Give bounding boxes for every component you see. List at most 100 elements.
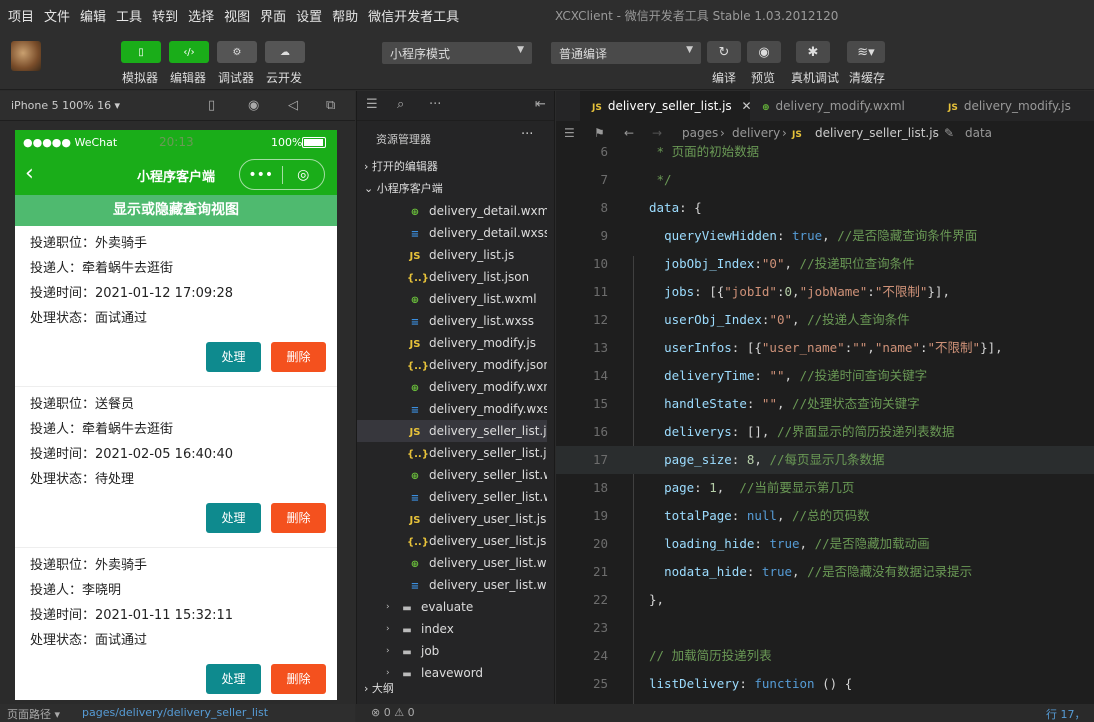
close-icon[interactable]: ✕ xyxy=(742,99,752,113)
handle-button[interactable]: 处理 xyxy=(206,342,261,372)
delete-button[interactable]: 删除 xyxy=(271,342,326,372)
simulator-toggle-button[interactable]: ▯ xyxy=(121,41,161,63)
clear-cache-button[interactable]: ≋▾ xyxy=(847,41,885,63)
menu-project[interactable]: 项目 xyxy=(0,6,39,25)
file-item[interactable]: ≡ delivery_detail.wxss xyxy=(357,222,547,244)
file-item[interactable]: {..}delivery_user_list.json xyxy=(357,530,547,552)
code-token: "不限制" xyxy=(927,340,981,355)
code-token: listDelivery xyxy=(649,676,740,691)
menu-help[interactable]: 帮助 xyxy=(327,6,363,25)
compile-button[interactable]: ↻ xyxy=(707,41,741,63)
delete-button[interactable]: 删除 xyxy=(271,664,326,694)
menu-tools[interactable]: 工具 xyxy=(111,6,147,25)
code-line: 15 handleState: "", //处理状态查询关键字 xyxy=(556,390,1094,418)
page-path: pages/delivery/delivery_seller_list xyxy=(82,706,269,719)
line-number: 23 xyxy=(592,620,608,635)
toggle-query-view-button[interactable]: 显示或隐藏查询视图 xyxy=(15,195,337,226)
file-item[interactable]: ⊕ delivery_list.wxml xyxy=(357,288,547,310)
search-icon[interactable]: ⌕ xyxy=(397,97,404,112)
avatar[interactable] xyxy=(11,41,41,71)
folder-name: index xyxy=(421,622,454,636)
editor-label: 编辑器 xyxy=(170,71,207,85)
file-name: delivery_user_list.wxss xyxy=(429,578,547,592)
file-item[interactable]: {..}delivery_modify.json xyxy=(357,354,547,376)
wxml-file-icon: ⊕ xyxy=(762,103,770,113)
mode-select[interactable]: 小程序模式 ▼ xyxy=(382,42,532,64)
explorer-more-icon[interactable]: ··· xyxy=(521,127,533,142)
code-token: "" xyxy=(852,340,868,355)
list-icon[interactable]: ☰ xyxy=(366,97,378,112)
folder-item[interactable]: › ▬ index xyxy=(357,618,547,640)
code-text: page_size: 8, //每页显示几条数据 xyxy=(649,446,884,474)
tab-delivery-seller-list-js[interactable]: JS delivery_seller_list.js ✕ xyxy=(580,91,752,121)
close-target-icon[interactable]: ◎ xyxy=(283,167,325,183)
handle-button[interactable]: 处理 xyxy=(206,503,261,533)
phone-icon[interactable]: ▯ xyxy=(208,98,215,113)
menu-view[interactable]: 视图 xyxy=(219,6,255,25)
code-token: : xyxy=(746,396,762,411)
more-icon[interactable]: ··· xyxy=(429,97,441,112)
problems-count[interactable]: ⊗ 0 ⚠ 0 xyxy=(371,706,415,719)
file-item[interactable]: {..}delivery_list.json xyxy=(357,266,547,288)
file-item[interactable]: ≡ delivery_user_list.wxss xyxy=(357,574,547,596)
file-item[interactable]: ⊕ delivery_detail.wxml xyxy=(357,200,547,222)
code-token: "jobName" xyxy=(799,284,868,299)
menu-goto[interactable]: 转到 xyxy=(147,6,183,25)
handle-button[interactable]: 处理 xyxy=(206,664,261,694)
menu-wechat-devtools[interactable]: 微信开发者工具 xyxy=(363,6,464,25)
file-item[interactable]: JS delivery_list.js xyxy=(357,244,547,266)
menu-interface[interactable]: 界面 xyxy=(255,6,291,25)
preview-button[interactable]: ◉ xyxy=(747,41,781,63)
folder-item[interactable]: › ▬ evaluate xyxy=(357,596,547,618)
file-item[interactable]: JS delivery_modify.js xyxy=(357,332,547,354)
compile-select[interactable]: 普通编译 ▼ xyxy=(551,42,701,64)
split-icon[interactable]: ⇤ xyxy=(535,97,546,112)
folder-item[interactable]: › ▬ job xyxy=(357,640,547,662)
cloud-button[interactable]: ☁ xyxy=(265,41,305,63)
line-number: 7 xyxy=(600,172,608,187)
cursor-position[interactable]: 行 17， xyxy=(1046,706,1086,722)
json-file-icon: {..} xyxy=(407,537,429,548)
editor-toggle-button[interactable]: ‹/› xyxy=(169,41,209,63)
open-editors-section[interactable]: › 打开的编辑器 xyxy=(357,156,556,178)
menu-select[interactable]: 选择 xyxy=(183,6,219,25)
code-token: "" xyxy=(761,396,777,411)
outline-section[interactable]: › 大纲 xyxy=(357,678,556,700)
real-debug-button[interactable]: ✱ xyxy=(796,41,830,63)
file-name: delivery_seller_list.js xyxy=(429,424,547,438)
file-item[interactable]: JS delivery_seller_list.js xyxy=(357,420,547,442)
tab-delivery-modify-js[interactable]: JS delivery_modify.js xyxy=(948,91,1071,121)
json-file-icon: {..} xyxy=(407,273,429,284)
tab-label: delivery_modify.wxml xyxy=(775,99,905,113)
file-item[interactable]: {..}delivery_seller_list.js... xyxy=(357,442,547,464)
volume-icon[interactable]: ◁ xyxy=(288,98,298,113)
code-token: : xyxy=(731,508,747,523)
folder-name: evaluate xyxy=(421,600,474,614)
file-item[interactable]: ≡ delivery_list.wxss xyxy=(357,310,547,332)
file-item[interactable]: ≡ delivery_modify.wxss xyxy=(357,398,547,420)
phone-nav-bar: ‹ 小程序客户端 ••• ◎ xyxy=(15,155,337,195)
file-item[interactable]: ≡ delivery_seller_list.w... xyxy=(357,486,547,508)
card-person: 投递人：李晓明 xyxy=(30,583,122,598)
file-item[interactable]: ⊕ delivery_user_list.wx... xyxy=(357,552,547,574)
menu-edit[interactable]: 编辑 xyxy=(75,6,111,25)
chevron-right-icon: › xyxy=(386,646,390,656)
device-select[interactable]: iPhone 5 100% 16 ▾ xyxy=(11,99,120,112)
record-icon[interactable]: ◉ xyxy=(248,98,259,113)
popout-icon[interactable]: ⧉ xyxy=(326,98,335,113)
menu-file[interactable]: 文件 xyxy=(39,6,75,25)
phone-screen: ●●●●● WeChat 20:13 100% ‹ 小程序客户端 ••• ◎ 显… xyxy=(15,130,337,700)
file-item[interactable]: ⊕ delivery_seller_list.w... xyxy=(357,464,547,486)
more-dots-icon[interactable]: ••• xyxy=(240,167,282,183)
delete-button[interactable]: 删除 xyxy=(271,503,326,533)
menu-settings[interactable]: 设置 xyxy=(291,6,327,25)
file-item[interactable]: ⊕ delivery_modify.wxml xyxy=(357,376,547,398)
page-path-label[interactable]: 页面路径 ▾ xyxy=(7,706,60,722)
debugger-toggle-button[interactable]: ⚙ xyxy=(217,41,257,63)
file-item[interactable]: JS delivery_user_list.js xyxy=(357,508,547,530)
tab-delivery-modify-wxml[interactable]: ⊕ delivery_modify.wxml xyxy=(762,91,905,121)
delivery-card: 投递职位：送餐员 投递人：牵着蜗牛去逛街 投递时间：2021-02-05 16:… xyxy=(15,387,337,548)
project-section[interactable]: ⌄ 小程序客户端 xyxy=(357,178,556,200)
